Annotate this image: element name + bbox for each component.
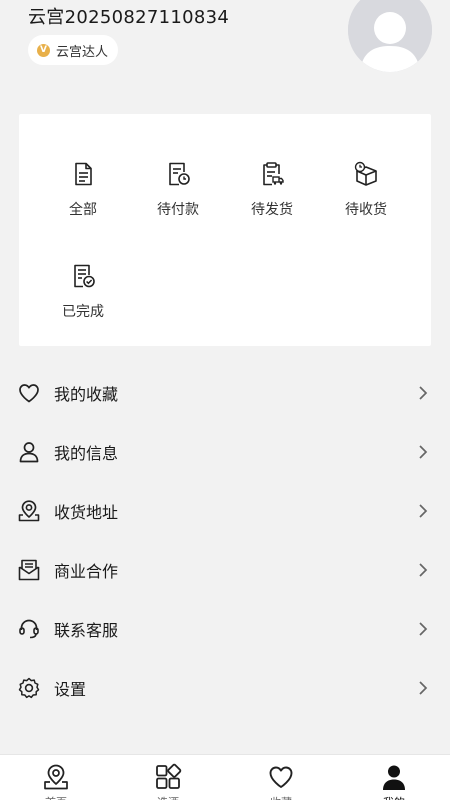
chevron-right-icon <box>419 504 428 518</box>
document-icon <box>75 162 92 186</box>
order-all-label: 全部 <box>69 202 97 218</box>
box-clock-icon <box>354 161 377 186</box>
chevron-right-icon <box>419 622 428 636</box>
profile-header: 云宫20250827110834 V 云宫达人 <box>0 0 450 110</box>
gear-icon <box>18 677 40 699</box>
menu-item-business-cooperation[interactable]: 商业合作 <box>0 541 450 599</box>
menu-item-label: 商业合作 <box>54 562 119 581</box>
member-badge-label: 云宫达人 <box>56 44 109 60</box>
menu-item-label: 设置 <box>54 680 87 699</box>
chevron-right-icon <box>419 445 428 459</box>
tab-label: 首页 <box>45 794 67 800</box>
default-avatar-icon <box>348 0 432 72</box>
order-pending-shipment-label: 待发货 <box>251 202 293 218</box>
order-pending-payment-button[interactable]: 待付款 <box>133 161 223 231</box>
member-badge[interactable]: V 云宫达人 <box>28 35 119 65</box>
user-icon <box>19 442 39 463</box>
chevron-right-icon <box>419 386 428 400</box>
order-all-button[interactable]: 全部 <box>38 161 128 231</box>
menu-item-settings[interactable]: 设置 <box>0 659 450 717</box>
menu-item-shipping-address[interactable]: 收货地址 <box>0 482 450 540</box>
chevron-right-icon <box>419 681 428 695</box>
document-check-icon <box>74 264 95 288</box>
chevron-right-icon <box>419 563 428 577</box>
tab-mine[interactable]: 我的 <box>364 763 424 800</box>
order-pending-payment-label: 待付款 <box>157 202 199 218</box>
location-pin-icon <box>18 500 40 522</box>
menu-item-label: 我的收藏 <box>54 385 119 404</box>
order-pending-shipment-button[interactable]: 待发货 <box>227 161 317 231</box>
envelope-icon <box>18 559 40 581</box>
order-pending-receipt-button[interactable]: 待收货 <box>321 161 411 231</box>
orders-card: 全部 待付款 待发货 待收货 已完成 <box>19 114 431 346</box>
tab-label: 我的 <box>383 794 405 800</box>
order-completed-button[interactable]: 已完成 <box>38 263 128 333</box>
menu-item-label: 联系客服 <box>54 621 119 640</box>
menu-item-label: 收货地址 <box>54 503 119 522</box>
grid-icon <box>156 763 182 789</box>
tab-favorites[interactable]: 收藏 <box>251 763 311 800</box>
document-clock-icon <box>169 162 190 186</box>
tab-label: 选酒 <box>157 794 179 800</box>
order-completed-label: 已完成 <box>62 304 104 320</box>
avatar[interactable] <box>348 0 432 72</box>
menu-item-label: 我的信息 <box>54 444 119 463</box>
tab-label: 收藏 <box>270 794 292 800</box>
heart-icon <box>19 384 39 403</box>
menu-item-my-info[interactable]: 我的信息 <box>0 423 450 481</box>
heart-outline-icon <box>269 766 293 788</box>
clipboard-truck-icon <box>263 162 284 186</box>
tab-home[interactable]: 首页 <box>26 763 86 800</box>
order-pending-receipt-label: 待收货 <box>345 202 387 218</box>
username: 云宫20250827110834 <box>28 7 230 28</box>
map-pin-icon <box>44 764 68 790</box>
menu-item-customer-service[interactable]: 联系客服 <box>0 600 450 658</box>
person-filled-icon <box>383 765 405 790</box>
bottom-tab-bar: 首页 选酒 收藏 我的 <box>0 754 450 800</box>
vip-badge-icon: V <box>37 43 50 57</box>
tab-select-wine[interactable]: 选酒 <box>138 763 198 800</box>
menu-item-favorites[interactable]: 我的收藏 <box>0 364 450 422</box>
headset-icon <box>19 619 39 639</box>
